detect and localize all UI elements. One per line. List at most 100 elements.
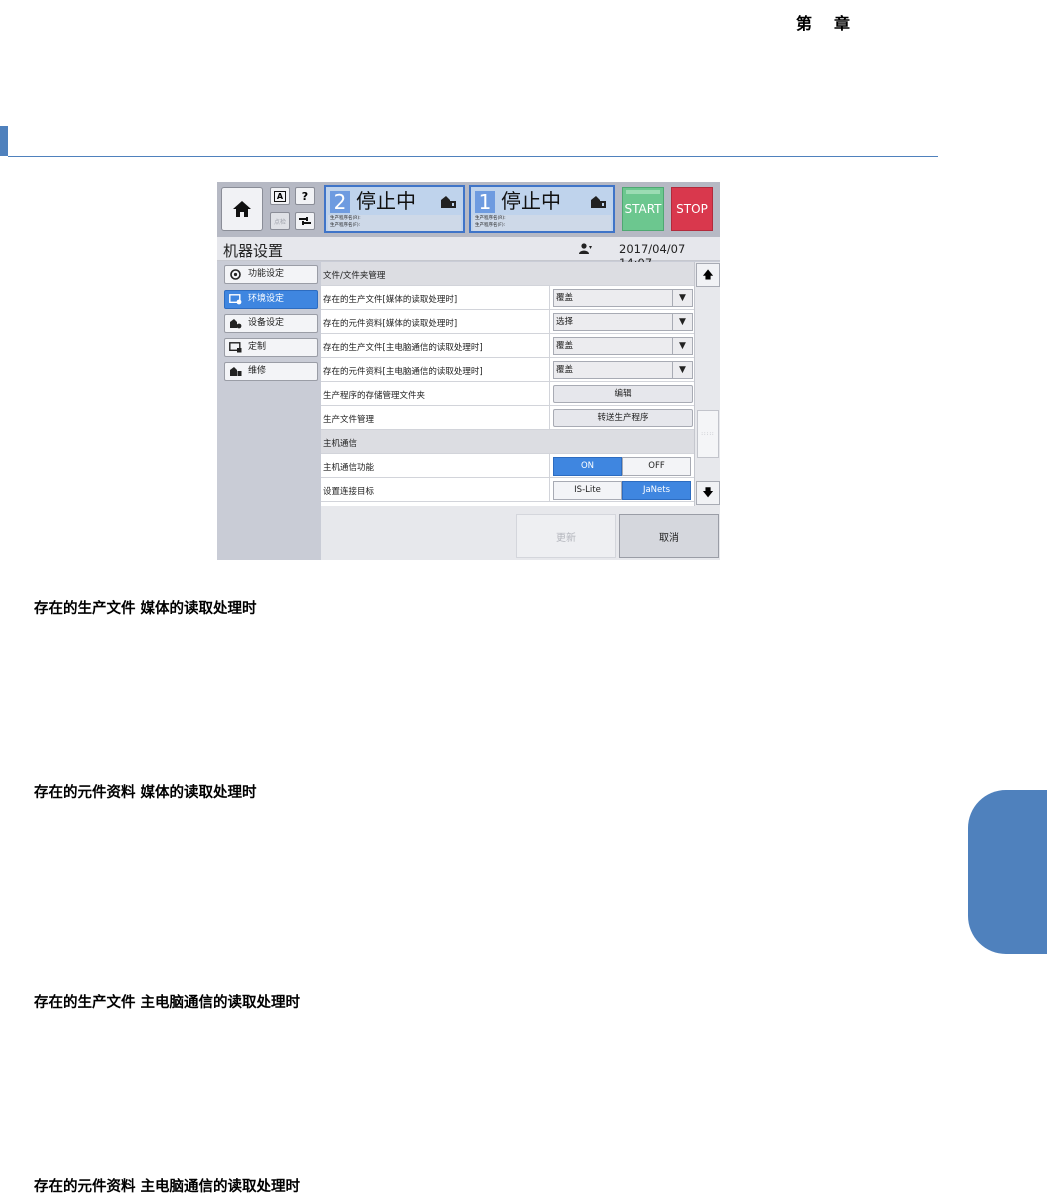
help-icon: ?	[301, 189, 309, 203]
setting-label: 存在的生产文件[媒体的读取处理时]	[323, 295, 458, 305]
dropdown-value: 覆盖	[556, 341, 574, 351]
dropdown-arrow-icon: ▼	[672, 338, 692, 354]
line-2-program-info: 生产程序名(R): 生产程序名(F):	[328, 215, 461, 231]
line-1-status-panel[interactable]: 1 停止中 生产程序名(R): 生产程序名(F):	[469, 185, 615, 233]
device-icon	[230, 319, 242, 329]
section-title: 文件/文件夹管理	[323, 271, 386, 281]
dropdown-select[interactable]: 选择 ▼	[553, 313, 693, 331]
line-2-program-f: 生产程序名(F):	[330, 223, 361, 228]
cancel-button[interactable]: 取消	[619, 514, 719, 558]
line-2-status: 停止中	[356, 189, 416, 213]
section-header-rule	[8, 156, 938, 157]
setting-label: 主机通信功能	[323, 463, 375, 473]
table-row: 存在的生产文件[主电脑通信的读取处理时] 覆盖 ▼	[321, 334, 694, 358]
scroll-up-button[interactable]: 🡅	[696, 263, 720, 287]
top-bar: A ? 点检 2 停止中 生产程序名(R): 生产程序名(F): 1 停止中 生…	[217, 182, 720, 237]
chapter-right-text: 章	[834, 14, 851, 33]
sidebar-item-environment[interactable]: 环境设定	[224, 290, 318, 309]
setting-label: 设置连接目标	[323, 487, 375, 497]
toggle-on[interactable]: ON	[553, 457, 622, 476]
section-title: 主机通信	[323, 439, 358, 449]
scrollbar[interactable]: 🡅 ::::: 🡇	[694, 262, 720, 506]
screen-title: 机器设置	[223, 242, 284, 260]
table-row: 生产文件管理 转送生产程序	[321, 406, 694, 430]
home-icon	[233, 201, 251, 217]
table-row: 生产程序的存储管理文件夹 编辑	[321, 382, 694, 406]
toggle-janets[interactable]: JaNets	[622, 481, 691, 500]
setting-label: 生产文件管理	[323, 415, 375, 425]
table-row: 存在的生产文件[媒体的读取处理时] 覆盖 ▼	[321, 286, 694, 310]
home-button[interactable]	[221, 187, 263, 231]
line-1-number: 1	[475, 191, 495, 213]
help-button[interactable]: ?	[295, 187, 315, 205]
dropdown-select[interactable]: 覆盖 ▼	[553, 337, 693, 355]
sidebar-item-function[interactable]: 功能设定	[224, 265, 318, 284]
table-row: 设置连接目标 IS-Lite JaNets	[321, 478, 694, 502]
doc-heading-2: 存在的元件资料 媒体的读取处理时	[34, 785, 257, 801]
custom-icon	[229, 342, 242, 353]
dropdown-select[interactable]: 覆盖 ▼	[553, 289, 693, 307]
sidebar-item-label: 环境设定	[248, 294, 285, 304]
sidebar: 功能设定 环境设定 设备设定 定制 维修	[217, 262, 321, 560]
inspection-label: 点检	[273, 218, 286, 226]
feeder-icon	[441, 196, 456, 208]
function-icon	[230, 269, 241, 280]
sidebar-item-maintenance[interactable]: 维修	[224, 362, 318, 381]
chapter-label: 第章	[796, 10, 850, 34]
operator-icon: A	[273, 190, 287, 202]
line-1-program-r: 生产程序名(R):	[475, 216, 506, 221]
feeder-icon	[591, 196, 606, 208]
dropdown-value: 覆盖	[556, 365, 574, 375]
action-area: 更新 取消	[321, 506, 720, 560]
dropdown-arrow-icon: ▼	[672, 290, 692, 306]
operator-button[interactable]: A	[270, 187, 290, 205]
doc-heading-1: 存在的生产文件 媒体的读取处理时	[34, 601, 257, 617]
table-row: 存在的元件资料[媒体的读取处理时] 选择 ▼	[321, 310, 694, 334]
dropdown-arrow-icon: ▼	[672, 314, 692, 330]
sidebar-item-label: 功能设定	[248, 269, 285, 279]
settings-table: 文件/文件夹管理 存在的生产文件[媒体的读取处理时] 覆盖 ▼ 存在的元件资料[媒…	[321, 262, 694, 506]
arrow-up-icon: 🡅	[702, 268, 714, 281]
line-1-status: 停止中	[501, 189, 561, 213]
network-button[interactable]	[295, 212, 315, 230]
dropdown-select[interactable]: 覆盖 ▼	[553, 361, 693, 379]
toggle-is-lite[interactable]: IS-Lite	[553, 481, 622, 500]
setting-label: 生产程序的存储管理文件夹	[323, 391, 426, 401]
inspection-button[interactable]: 点检	[270, 212, 290, 230]
update-button[interactable]: 更新	[516, 514, 616, 558]
user-icon	[579, 243, 592, 254]
edit-button[interactable]: 编辑	[553, 385, 693, 403]
line-2-number: 2	[330, 191, 350, 213]
chapter-left-text: 第	[796, 14, 813, 33]
machine-settings-screenshot: A ? 点检 2 停止中 生产程序名(R): 生产程序名(F): 1 停止中 生…	[217, 182, 720, 560]
doc-heading-3: 存在的生产文件 主电脑通信的读取处理时	[34, 995, 301, 1011]
sidebar-item-label: 定制	[248, 342, 267, 352]
dropdown-arrow-icon: ▼	[672, 362, 692, 378]
sidebar-item-label: 维修	[248, 366, 267, 376]
start-button[interactable]: START	[622, 187, 664, 231]
chapter-side-tab	[968, 790, 1047, 954]
stop-button[interactable]: STOP	[671, 187, 713, 231]
transfer-program-button[interactable]: 转送生产程序	[553, 409, 693, 427]
section-header-host: 主机通信	[321, 430, 694, 454]
dropdown-value: 覆盖	[556, 293, 574, 303]
table-row: 存在的元件资料[主电脑通信的读取处理时] 覆盖 ▼	[321, 358, 694, 382]
sidebar-item-device[interactable]: 设备设定	[224, 314, 318, 333]
title-bar: 机器设置 2017/04/07 14:07	[217, 237, 720, 270]
arrow-down-icon: 🡇	[702, 486, 714, 499]
line-2-program-r: 生产程序名(R):	[330, 216, 361, 221]
sidebar-item-custom[interactable]: 定制	[224, 338, 318, 357]
sidebar-item-label: 设备设定	[248, 318, 285, 328]
doc-heading-4: 存在的元件资料 主电脑通信的读取处理时	[34, 1179, 301, 1194]
scroll-down-button[interactable]: 🡇	[696, 481, 720, 505]
setting-label: 存在的元件资料[主电脑通信的读取处理时]	[323, 367, 483, 377]
line-1-program-info: 生产程序名(R): 生产程序名(F):	[473, 215, 611, 231]
setting-label: 存在的元件资料[媒体的读取处理时]	[323, 319, 458, 329]
line-2-status-panel[interactable]: 2 停止中 生产程序名(R): 生产程序名(F):	[324, 185, 465, 233]
table-row: 主机通信功能 ON OFF	[321, 454, 694, 478]
scroll-thumb[interactable]: :::::	[697, 410, 719, 458]
toggle-off[interactable]: OFF	[622, 457, 691, 476]
environment-icon	[229, 294, 242, 305]
dropdown-value: 选择	[556, 317, 574, 327]
network-icon	[299, 217, 311, 225]
